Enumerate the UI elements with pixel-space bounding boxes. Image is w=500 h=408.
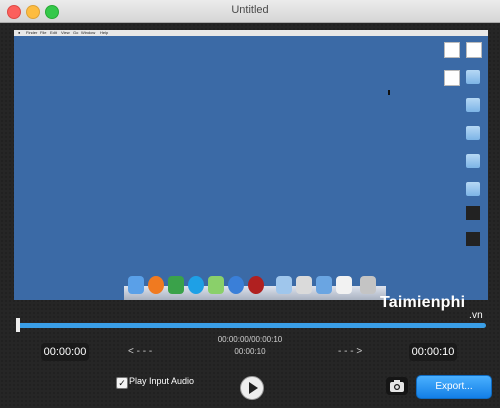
doc-icon [466,42,482,58]
doc-icon [444,70,460,86]
mouse-cursor-icon [388,90,390,95]
window-title: Untitled [231,4,269,16]
menu-file: File [40,30,47,35]
app-icon [336,276,352,294]
doc-icon [444,42,460,58]
menu-help: Help [100,30,109,35]
record-icon [248,276,264,294]
apple-menu-icon: ● [18,30,21,35]
app-cp-icon [168,276,184,294]
menu-window: Window [81,30,96,35]
dock [124,276,386,300]
export-button[interactable]: Export... [416,375,492,399]
watermark: Taimienphi .vn [380,294,483,321]
firefox-icon [148,276,164,294]
mail-icon [316,276,332,294]
play-button[interactable] [240,376,264,400]
safari-icon [228,276,244,294]
camera-icon [390,380,404,392]
play-input-audio-checkbox[interactable]: ✓ [116,377,128,389]
photos-icon [296,276,312,294]
snapshot-button[interactable] [386,377,408,395]
timeline-track[interactable] [16,323,486,328]
desktop-menubar: ● Finder File Edit View Go Window Help [14,30,488,36]
trash-icon [360,276,376,294]
folder-icon [466,126,480,140]
folder-icon [276,276,292,294]
skype-icon [188,276,204,294]
folder-icon [466,154,480,168]
finder-icon [128,276,144,294]
menu-finder: Finder [26,30,38,35]
timeline-scrubber[interactable] [16,318,486,332]
window-titlebar: Untitled [0,0,500,23]
folder-icon [466,98,480,112]
timeline-handle[interactable] [16,318,20,332]
move-right-indicator: - - - > [338,346,363,357]
music-file-icon [466,232,480,246]
play-input-audio-label: Play Input Audio [129,376,195,386]
move-left-indicator: < - - - [128,346,153,357]
menu-go: Go [73,30,79,35]
end-time-field[interactable]: 00:00:10 [409,343,457,361]
folder-icon [466,70,480,84]
folder-icon [466,182,480,196]
current-total-time: 00:00:00/00:00:10 [217,335,283,344]
video-preview: ● Finder File Edit View Go Window Help [14,30,488,300]
music-file-icon [466,206,480,220]
duration-text: 00:00:10 [234,347,266,356]
menu-edit: Edit [50,30,57,35]
watermark-text: Taimienphi [380,294,466,311]
app-icon [208,276,224,294]
start-time-field[interactable]: 00:00:00 [41,343,89,361]
menu-view: View [61,30,70,35]
